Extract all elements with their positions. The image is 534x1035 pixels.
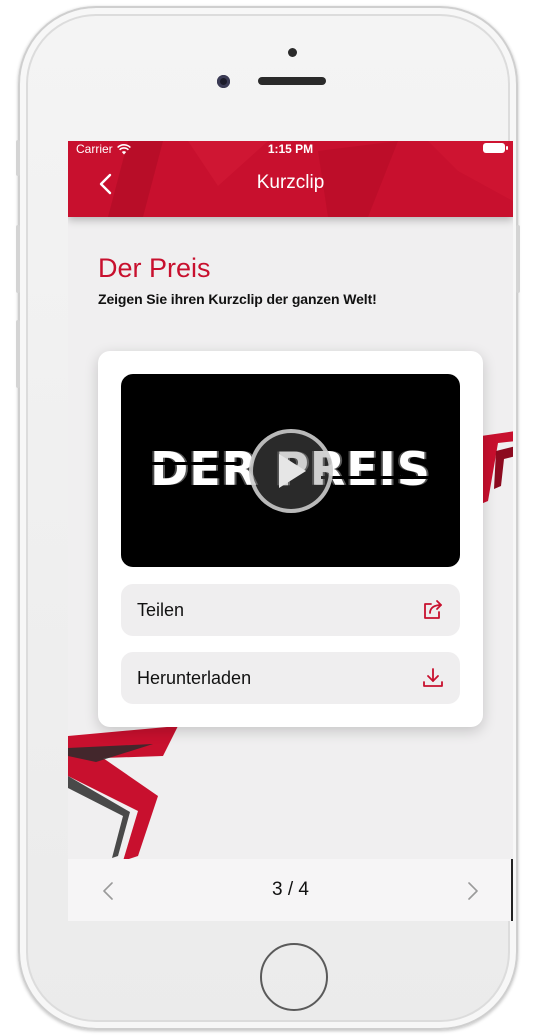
download-icon bbox=[423, 668, 443, 687]
page-title: Der Preis bbox=[98, 253, 211, 283]
battery-icon bbox=[483, 143, 508, 153]
nav-title: Kurzclip bbox=[256, 172, 325, 193]
volume-down-button bbox=[16, 320, 20, 388]
video-glitch-line bbox=[321, 476, 431, 479]
pager-count: 3 / 4 bbox=[272, 879, 309, 900]
clip-card: DER PREIS Teilen Herunterladen bbox=[98, 351, 483, 727]
pager-next-button[interactable] bbox=[461, 879, 485, 903]
video-player[interactable]: DER PREIS bbox=[121, 374, 460, 567]
screen-edge bbox=[511, 859, 513, 921]
front-camera bbox=[217, 75, 230, 88]
earpiece-speaker bbox=[258, 77, 326, 85]
share-icon bbox=[424, 600, 442, 619]
app-screen: Carrier 1:15 PM Kurzclip Der Preis Zeige… bbox=[68, 141, 513, 921]
proximity-sensor bbox=[288, 48, 297, 57]
status-bar: Carrier 1:15 PM bbox=[68, 141, 513, 156]
page-subtitle: Zeigen Sie ihren Kurzclip der ganzen Wel… bbox=[98, 291, 377, 307]
mute-switch bbox=[16, 140, 20, 176]
video-glitch-line bbox=[151, 462, 241, 465]
power-button bbox=[516, 225, 520, 293]
play-icon bbox=[279, 454, 306, 488]
download-row[interactable]: Herunterladen bbox=[121, 652, 460, 704]
logo-decoration-left bbox=[68, 726, 178, 861]
play-button[interactable] bbox=[249, 429, 333, 513]
phone-frame: Carrier 1:15 PM Kurzclip Der Preis Zeige… bbox=[18, 6, 518, 1030]
chevron-right-icon bbox=[468, 882, 478, 900]
nav-header: Carrier 1:15 PM Kurzclip bbox=[68, 141, 513, 217]
status-time: 1:15 PM bbox=[267, 142, 314, 156]
share-label: Teilen bbox=[137, 599, 185, 620]
home-button[interactable] bbox=[260, 943, 328, 1011]
download-label: Herunterladen bbox=[137, 667, 252, 688]
pager-bar: 3 / 4 bbox=[68, 859, 513, 921]
share-row[interactable]: Teilen bbox=[121, 584, 460, 636]
volume-up-button bbox=[16, 225, 20, 293]
